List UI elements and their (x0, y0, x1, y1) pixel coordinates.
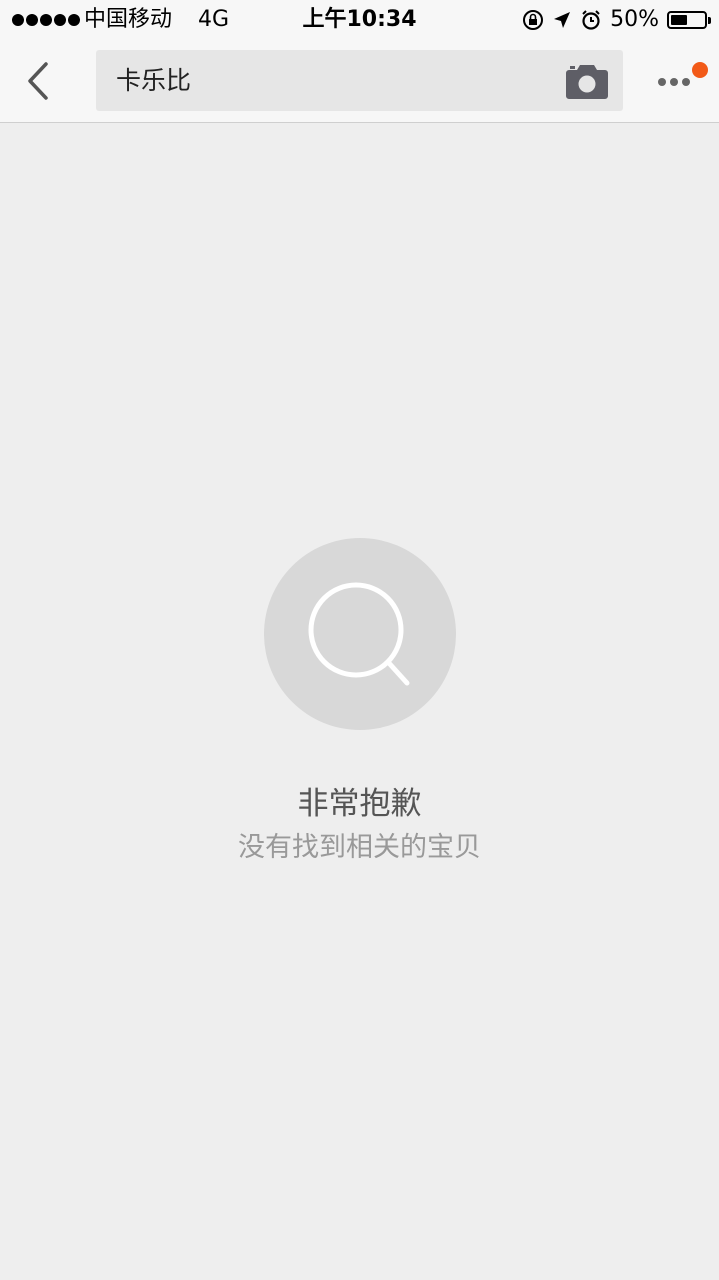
more-button[interactable] (652, 62, 710, 102)
battery-percent: 50% (610, 7, 659, 32)
search-query-text: 卡乐比 (116, 66, 192, 95)
empty-state: 非常抱歉 没有找到相关的宝贝 (0, 538, 719, 866)
back-button[interactable] (16, 56, 60, 106)
empty-state-circle (263, 538, 456, 730)
empty-state-subtitle: 没有找到相关的宝贝 (238, 832, 481, 863)
screen: 中国移动 4G 上午10:34 50% 卡乐比 非常抱歉 没有找到相关的宝贝 (0, 0, 719, 1280)
camera-icon (566, 65, 608, 99)
status-icons: 50% (522, 6, 711, 34)
empty-state-title: 非常抱歉 (297, 786, 422, 822)
search-icon (308, 582, 409, 686)
status-bar: 中国移动 4G 上午10:34 50% (0, 0, 719, 40)
notification-dot (692, 62, 708, 78)
battery-level (671, 15, 687, 25)
camera-search-button[interactable] (565, 62, 609, 100)
more-dots-icon (658, 78, 690, 86)
battery-icon (667, 11, 711, 29)
orientation-lock-icon (523, 10, 544, 30)
location-arrow-icon (554, 12, 571, 28)
search-input[interactable]: 卡乐比 (96, 50, 623, 111)
alarm-icon (582, 10, 600, 30)
chevron-left-icon (28, 62, 48, 100)
navigation-bar: 卡乐比 (0, 40, 719, 123)
